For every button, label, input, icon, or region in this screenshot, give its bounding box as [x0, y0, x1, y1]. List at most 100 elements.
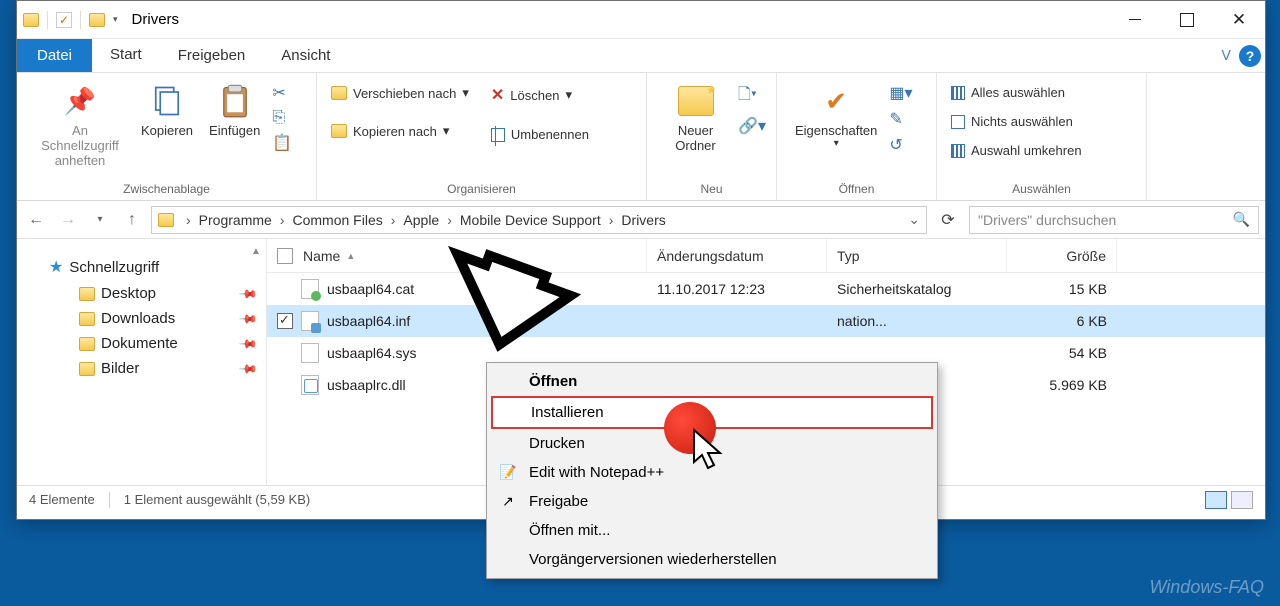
invert-selection-button[interactable]: Auswahl umkehren: [947, 141, 1086, 160]
ctx-prev-versions[interactable]: Vorgängerversionen wiederherstellen: [489, 545, 935, 574]
folder-icon: [79, 312, 95, 326]
crumb[interactable]: Drivers: [619, 212, 667, 228]
cut-icon[interactable]: ✂: [272, 83, 292, 103]
forward-button[interactable]: →: [55, 207, 81, 233]
address-dropdown-icon[interactable]: ⌄: [908, 211, 920, 228]
address-bar: ← → ▾ ↑ › Programme› Common Files› Apple…: [17, 201, 1265, 239]
label: Kopieren: [141, 123, 193, 138]
row-checkbox[interactable]: [277, 313, 293, 329]
paste-shortcut-icon[interactable]: 📋: [272, 133, 292, 153]
move-to-button[interactable]: Verschieben nach ▾: [327, 83, 473, 103]
crumb[interactable]: Mobile Device Support: [458, 212, 603, 228]
placeholder-text: "Drivers" durchsuchen: [978, 212, 1116, 228]
col-date[interactable]: Änderungsdatum: [647, 239, 827, 272]
file-icon: [301, 343, 319, 363]
pin-icon: 📌: [62, 83, 98, 119]
pin-icon: 📌: [238, 358, 258, 378]
select-all-button[interactable]: Alles auswählen: [947, 83, 1086, 102]
nav-documents[interactable]: Dokumente📌: [17, 331, 266, 356]
crumb[interactable]: Programme: [197, 212, 274, 228]
separator: [47, 11, 48, 29]
ctx-open[interactable]: Öffnen: [489, 367, 935, 396]
file-size: 5.969 KB: [1007, 377, 1117, 393]
easy-access-icon[interactable]: 🔗▾: [738, 116, 766, 136]
row-checkbox[interactable]: [277, 281, 293, 297]
row-checkbox[interactable]: [277, 345, 293, 361]
ctx-open-with[interactable]: Öffnen mit...: [489, 516, 935, 545]
up-button[interactable]: ↑: [119, 207, 145, 233]
file-name: usbaapl64.cat: [327, 281, 414, 297]
qat-dropdown-icon[interactable]: ▾: [113, 14, 118, 25]
edit-icon[interactable]: ✎: [889, 109, 912, 129]
history-icon[interactable]: ↺: [889, 135, 912, 155]
close-button[interactable]: ✕: [1213, 1, 1265, 39]
properties-qat-icon[interactable]: ✓: [56, 12, 72, 28]
rename-button[interactable]: Umbenennen: [487, 125, 593, 144]
copy-path-icon[interactable]: ⎘: [272, 109, 292, 127]
col-size[interactable]: Größe: [1007, 239, 1117, 272]
label: Alles auswählen: [971, 85, 1065, 100]
nav-quick-access[interactable]: ★Schnellzugriff: [17, 253, 266, 281]
nav-pictures[interactable]: Bilder📌: [17, 356, 266, 381]
nav-downloads[interactable]: Downloads📌: [17, 306, 266, 331]
search-input[interactable]: "Drivers" durchsuchen 🔍: [969, 206, 1259, 234]
label: Vorgängerversionen wiederherstellen: [529, 551, 777, 568]
collapse-ribbon-icon[interactable]: ᐯ: [1221, 47, 1231, 64]
paste-button[interactable]: Einfügen: [201, 79, 268, 142]
help-icon[interactable]: ?: [1239, 45, 1261, 67]
folder-icon: [158, 213, 174, 227]
watermark: Windows-FAQ: [1149, 577, 1264, 598]
pin-icon: 📌: [238, 308, 258, 328]
crumb[interactable]: Apple: [401, 212, 441, 228]
file-row[interactable]: usbaapl64.inf nation... 6 KB: [267, 305, 1265, 337]
select-all-checkbox[interactable]: [277, 248, 293, 264]
file-size: 6 KB: [1007, 313, 1117, 329]
dropdown-icon: ▾: [462, 85, 469, 101]
ribbon-tabs: Datei Start Freigeben Ansicht ᐯ ?: [17, 39, 1265, 73]
thumbnails-view-button[interactable]: [1231, 491, 1253, 509]
copy-button[interactable]: Kopieren: [133, 79, 201, 142]
row-checkbox[interactable]: [277, 377, 293, 393]
file-icon: [301, 311, 319, 331]
minimize-button[interactable]: [1109, 1, 1161, 39]
col-name[interactable]: Name▲: [267, 239, 647, 272]
ribbon: 📌 An Schnellzugriff anheften Kopieren Ei…: [17, 73, 1265, 201]
open-icon[interactable]: ▦▾: [889, 83, 912, 103]
nav-desktop[interactable]: Desktop📌: [17, 281, 266, 306]
delete-button[interactable]: ✕Löschen▾: [487, 83, 593, 107]
ctx-edit-notepadpp[interactable]: 📝Edit with Notepad++: [489, 458, 935, 487]
select-none-button[interactable]: Nichts auswählen: [947, 112, 1086, 131]
pin-quickaccess-button[interactable]: 📌 An Schnellzugriff anheften: [27, 79, 133, 172]
maximize-button[interactable]: [1161, 1, 1213, 39]
tab-start[interactable]: Start: [92, 39, 160, 72]
history-dropdown[interactable]: ▾: [87, 207, 113, 233]
chevron-icon: ›: [180, 212, 197, 228]
file-type: Sicherheitskatalog: [827, 281, 1007, 297]
properties-button[interactable]: ✔ Eigenschaften ▾: [787, 79, 885, 153]
new-folder-button[interactable]: Neuer Ordner: [657, 79, 734, 157]
titlebar: ✓ ▾ Drivers ✕: [17, 1, 1265, 39]
tab-view[interactable]: Ansicht: [263, 39, 348, 72]
file-row[interactable]: usbaapl64.cat 11.10.2017 12:23 Sicherhei…: [267, 273, 1265, 305]
ctx-share[interactable]: ↗Freigabe: [489, 487, 935, 516]
annotation-highlight-dot: [664, 402, 716, 454]
file-size: 54 KB: [1007, 345, 1117, 361]
col-type[interactable]: Typ: [827, 239, 1007, 272]
details-view-button[interactable]: [1205, 491, 1227, 509]
context-menu: Öffnen Installieren Drucken 📝Edit with N…: [486, 362, 938, 579]
back-button[interactable]: ←: [23, 207, 49, 233]
refresh-button[interactable]: ⟳: [933, 210, 963, 230]
file-name: usbaapl64.inf: [327, 313, 410, 329]
rename-icon: [491, 128, 505, 142]
breadcrumb[interactable]: › Programme› Common Files› Apple› Mobile…: [151, 206, 927, 234]
new-item-icon[interactable]: 🗋▾: [738, 83, 766, 110]
separator: [80, 11, 81, 29]
crumb[interactable]: Common Files: [290, 212, 384, 228]
scroll-up-icon[interactable]: ▲: [248, 243, 264, 259]
file-menu[interactable]: Datei: [17, 39, 92, 72]
copy-to-button[interactable]: Kopieren nach▾: [327, 121, 473, 141]
label: Verschieben nach: [353, 86, 456, 101]
label: Umbenennen: [511, 127, 589, 142]
tab-share[interactable]: Freigeben: [160, 39, 264, 72]
folder-icon: [331, 86, 347, 100]
